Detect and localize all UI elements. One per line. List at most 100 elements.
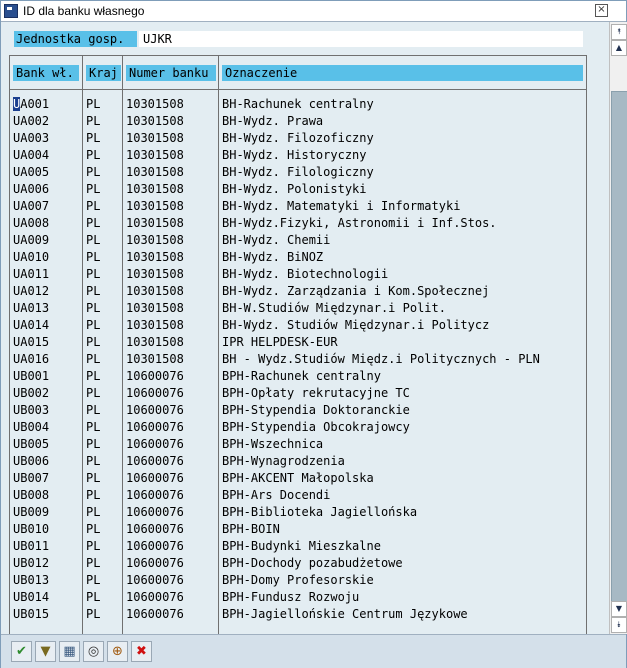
table-row[interactable]: UB012 PL 10600076 BPH-Dochody pozabudżetowe (10, 555, 586, 572)
table-row[interactable]: UA016 PL 10301508 BH - Wydz.Studiów Międz.i… (10, 351, 586, 368)
column-header-bank-number[interactable]: Numer banku (126, 65, 216, 81)
checkmark-icon: ✔ (16, 644, 27, 659)
table-row[interactable]: UB015 PL 10600076 BPH-Jagiellońskie Centrum… (10, 606, 586, 623)
filter-button[interactable]: ▼ (35, 641, 56, 662)
country-cell: PL (86, 284, 101, 298)
country-cell: PL (86, 420, 101, 434)
description-cell: BPH-Wszechnica (222, 437, 324, 451)
bank-number-cell: 10301508 (126, 114, 184, 128)
cancel-icon: ✖ (136, 644, 147, 659)
bank-id-cell: UA009 (13, 233, 50, 247)
scroll-up-button[interactable]: ▲ (611, 40, 627, 56)
column-header-description[interactable]: Oznaczenie (222, 65, 583, 81)
table-row[interactable]: UB005 PL 10600076 BPH-Wszechnica (10, 436, 586, 453)
table-row[interactable]: UB014 PL 10600076 BPH-Fundusz Rozwoju (10, 589, 586, 606)
table-row[interactable]: UA011 PL 10301508 BH-Wydz. Biotechnologii (10, 266, 586, 283)
bank-id-cell: UB013 (13, 573, 50, 587)
table-row[interactable]: UA001 PL 10301508 BH-Rachunek centralny (10, 96, 586, 113)
column-header-bank[interactable]: Bank wł. (13, 65, 79, 81)
description-cell: BH-Wydz. Polonistyki (222, 182, 367, 196)
table-row[interactable]: UB008 PL 10600076 BPH-Ars Docendi (10, 487, 586, 504)
table-row[interactable]: UB002 PL 10600076 BPH-Opłaty rekrutacyjne T… (10, 385, 586, 402)
bank-number-cell: 10301508 (126, 233, 184, 247)
dialog-content: Jednostka gosp. UJKR Bank wł. Kraj Numer… (1, 22, 609, 634)
table-row[interactable]: UA014 PL 10301508 BH-Wydz. Studiów Międzyna… (10, 317, 586, 334)
table-row[interactable]: UA010 PL 10301508 BH-Wydz. BiNOZ (10, 249, 586, 266)
table-row[interactable]: UA008 PL 10301508 BH-Wydz.Fizyki, Astronomi… (10, 215, 586, 232)
table-row[interactable]: UB010 PL 10600076 BPH-BOIN (10, 521, 586, 538)
sap-window-icon (4, 4, 18, 18)
title-bar: ID dla banku własnego × (1, 1, 626, 22)
bank-id-cell: UA005 (13, 165, 50, 179)
scroll-bottom-button[interactable]: ⯯ (611, 617, 627, 633)
description-cell: BPH-Opłaty rekrutacyjne TC (222, 386, 410, 400)
bank-id-cell: UA003 (13, 131, 50, 145)
table-row[interactable]: UA005 PL 10301508 BH-Wydz. Filologiczny (10, 164, 586, 181)
close-button[interactable]: × (595, 4, 608, 17)
find-next-button[interactable]: ⊕ (107, 641, 128, 662)
bank-number-cell: 10600076 (126, 454, 184, 468)
table-row[interactable]: UA009 PL 10301508 BH-Wydz. Chemii (10, 232, 586, 249)
table-row[interactable]: UA003 PL 10301508 BH-Wydz. Filozoficzny (10, 130, 586, 147)
description-cell: BPH-Jagiellońskie Centrum Językowe (222, 607, 468, 621)
description-cell: BPH-Fundusz Rozwoju (222, 590, 360, 604)
table-row[interactable]: UB006 PL 10600076 BPH-Wynagrodzenia (10, 453, 586, 470)
country-cell: PL (86, 267, 101, 281)
table-row[interactable]: UA012 PL 10301508 BH-Wydz. Zarządzania i Ko… (10, 283, 586, 300)
confirm-button[interactable]: ✔ (11, 641, 32, 662)
table-row[interactable]: UA013 PL 10301508 BH-W.Studiów Międzynar.i … (10, 300, 586, 317)
table-row[interactable]: UA015 PL 10301508 IPR HELPDESK-EUR (10, 334, 586, 351)
table-row[interactable]: UB009 PL 10600076 BPH-Biblioteka Jagiellońs… (10, 504, 586, 521)
bank-number-cell: 10600076 (126, 539, 184, 553)
table-row[interactable]: UA007 PL 10301508 BH-Wydz. Matematyki i Inf… (10, 198, 586, 215)
scroll-down-button[interactable]: ▼ (611, 601, 627, 617)
table-row[interactable]: UB003 PL 10600076 BPH-Stypendia Doktorancki… (10, 402, 586, 419)
description-cell: BPH-Rachunek centralny (222, 369, 381, 383)
bank-id-cell: UB001 (13, 369, 50, 383)
bank-id-cell: UB005 (13, 437, 50, 451)
description-cell: BPH-Ars Docendi (222, 488, 331, 502)
unit-value-field[interactable]: UJKR (139, 31, 583, 47)
bank-id-cell: UA016 (13, 352, 50, 366)
country-cell: PL (86, 505, 101, 519)
column-header-country[interactable]: Kraj (86, 65, 121, 81)
bank-number-cell: 10301508 (126, 216, 184, 230)
table-row[interactable]: UB004 PL 10600076 BPH-Stypendia Obcokrajowc… (10, 419, 586, 436)
filter-icon: ▼ (40, 644, 51, 659)
country-cell: PL (86, 335, 101, 349)
table-row[interactable]: UB001 PL 10600076 BPH-Rachunek centralny (10, 368, 586, 385)
vertical-scrollbar[interactable]: ⯭ ▲ ▼ ⯯ (609, 22, 627, 634)
country-cell: PL (86, 131, 101, 145)
bank-id-cell: UA014 (13, 318, 50, 332)
bank-id-cell: UA012 (13, 284, 50, 298)
table-row[interactable]: UA002 PL 10301508 BH-Wydz. Prawa (10, 113, 586, 130)
select-button[interactable]: ▦ (59, 641, 80, 662)
bottom-toolbar: ✔ ▼ ▦ ◎ ⊕ ✖ (1, 634, 626, 668)
table-row[interactable]: UB011 PL 10600076 BPH-Budynki Mieszkalne (10, 538, 586, 555)
bank-id-cell: UA007 (13, 199, 50, 213)
table-row[interactable]: UB013 PL 10600076 BPH-Domy Profesorskie (10, 572, 586, 589)
scroll-top-button[interactable]: ⯭ (611, 24, 627, 40)
table-row[interactable]: UA006 PL 10301508 BH-Wydz. Polonistyki (10, 181, 586, 198)
bank-id-cell: UA011 (13, 267, 50, 281)
description-cell: BH-Wydz. Matematyki i Informatyki (222, 199, 461, 213)
binoculars-icon: ◎ (87, 644, 100, 659)
country-cell: PL (86, 97, 101, 111)
unit-label: Jednostka gosp. (14, 31, 137, 47)
find-button[interactable]: ◎ (83, 641, 104, 662)
description-cell: BPH-Stypendia Doktoranckie (222, 403, 410, 417)
table-row[interactable]: UA004 PL 10301508 BH-Wydz. Historyczny (10, 147, 586, 164)
country-cell: PL (86, 539, 101, 553)
bank-number-cell: 10301508 (126, 165, 184, 179)
bank-number-cell: 10301508 (126, 267, 184, 281)
bank-number-cell: 10600076 (126, 573, 184, 587)
description-cell: BH-Wydz. Filozoficzny (222, 131, 374, 145)
table-row[interactable]: UB007 PL 10600076 BPH-AKCENT Małopolska (10, 470, 586, 487)
description-cell: BPH-Dochody pozabudżetowe (222, 556, 403, 570)
cancel-button[interactable]: ✖ (131, 641, 152, 662)
country-cell: PL (86, 148, 101, 162)
scroll-thumb[interactable] (611, 91, 627, 623)
bank-number-cell: 10301508 (126, 97, 184, 111)
bank-number-cell: 10301508 (126, 182, 184, 196)
description-cell: BPH-Wynagrodzenia (222, 454, 345, 468)
